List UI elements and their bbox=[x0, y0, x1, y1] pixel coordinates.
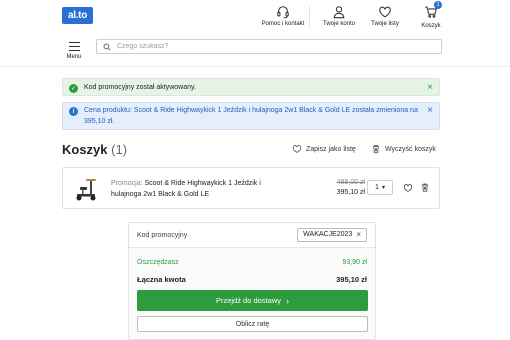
help-contact-label: Pomoc i kontakt bbox=[261, 21, 305, 27]
header-divider-line bbox=[0, 66, 510, 67]
cart-link[interactable]: 1 Koszyk bbox=[403, 1, 459, 29]
save-as-list-button[interactable]: Zapisz jako listę bbox=[292, 144, 356, 154]
lists-label: Twoje listy bbox=[371, 21, 399, 27]
order-summary: Kod promocyjny WAKACJE2023 × Oszczędzasz… bbox=[128, 222, 376, 340]
total-value: 395,10 zł bbox=[336, 275, 367, 284]
info-icon: i bbox=[69, 107, 78, 116]
help-contact-link[interactable]: Pomoc i kontakt bbox=[255, 5, 311, 27]
calculate-installment-button[interactable]: Oblicz ratę bbox=[137, 316, 368, 332]
cart-title-text: Koszyk bbox=[62, 142, 108, 157]
checkout-label: Przejdź do dostawy bbox=[215, 296, 282, 305]
promo-activated-alert: ✓ Kod promocyjny został aktywowany. × bbox=[62, 78, 440, 96]
site-logo[interactable]: al.to bbox=[62, 7, 93, 24]
promo-code-chip: WAKACJE2023 × bbox=[297, 228, 367, 242]
current-price: 395,10 zł bbox=[336, 189, 365, 196]
clear-cart-button[interactable]: Wyczyść koszyk bbox=[371, 144, 436, 154]
product-image[interactable] bbox=[71, 174, 101, 204]
quantity-value: 1 bbox=[375, 184, 379, 191]
total-label: Łączna kwota bbox=[137, 275, 186, 284]
alert-text: Kod promocyjny został aktywowany. bbox=[84, 84, 196, 91]
cart-item-count: (1) bbox=[111, 142, 128, 157]
proceed-to-delivery-button[interactable]: Przejdź do dostawy › bbox=[137, 290, 368, 311]
cart-label: Koszyk bbox=[421, 23, 441, 29]
page-title: Koszyk (1) bbox=[62, 142, 127, 157]
close-icon[interactable]: × bbox=[427, 82, 433, 93]
savings-value: 93,90 zł bbox=[342, 259, 367, 266]
site-header: al.to Pomoc i kontakt Twoje konto Twoje … bbox=[0, 0, 510, 36]
promo-code-value: WAKACJE2023 bbox=[303, 231, 353, 238]
clear-cart-label: Wyczyść koszyk bbox=[385, 145, 436, 153]
cart-item: Promocja: Scoot & Ride Highwaykick 1 Jeź… bbox=[62, 167, 440, 209]
heart-icon bbox=[379, 6, 391, 18]
alert-text: Cena produktu: Scoot & Ride Highwaykick … bbox=[84, 107, 418, 125]
old-price: 489,00 zł bbox=[336, 179, 365, 186]
save-as-list-label: Zapisz jako listę bbox=[306, 145, 356, 153]
search-input[interactable] bbox=[117, 43, 417, 50]
savings-row: Oszczędzasz 93,90 zł bbox=[137, 259, 367, 266]
header-divider bbox=[309, 6, 310, 28]
total-row: Łączna kwota 395,10 zł bbox=[137, 275, 367, 284]
heart-outline-icon bbox=[292, 145, 302, 153]
headset-icon bbox=[277, 6, 289, 19]
menu-label: Menu bbox=[66, 54, 82, 60]
user-icon bbox=[333, 6, 345, 19]
account-label: Twoje konto bbox=[322, 21, 356, 27]
promo-code-row: Kod promocyjny WAKACJE2023 × bbox=[129, 223, 375, 248]
hamburger-icon bbox=[68, 42, 80, 51]
promo-prefix: Promocja: bbox=[111, 180, 143, 187]
product-name[interactable]: Promocja: Scoot & Ride Highwaykick 1 Jeź… bbox=[111, 178, 271, 200]
chevron-down-icon: ▾ bbox=[381, 185, 385, 191]
price-changed-alert: i Cena produktu: Scoot & Ride Highwaykic… bbox=[62, 102, 440, 130]
trash-icon bbox=[372, 145, 380, 154]
heart-icon[interactable] bbox=[403, 183, 413, 193]
remove-promo-icon[interactable]: × bbox=[356, 229, 361, 241]
search-bar[interactable] bbox=[96, 39, 442, 54]
trash-icon[interactable] bbox=[420, 182, 430, 193]
menu-button[interactable]: Menu bbox=[64, 40, 84, 60]
close-icon[interactable]: × bbox=[427, 105, 433, 116]
search-icon bbox=[103, 42, 111, 51]
promo-code-label: Kod promocyjny bbox=[137, 232, 188, 239]
check-circle-icon: ✓ bbox=[69, 84, 78, 93]
cart-count-badge: 1 bbox=[434, 1, 442, 9]
quantity-select[interactable]: 1 ▾ bbox=[367, 180, 393, 195]
chevron-right-icon: › bbox=[286, 295, 290, 306]
savings-label: Oszczędzasz bbox=[137, 259, 179, 266]
